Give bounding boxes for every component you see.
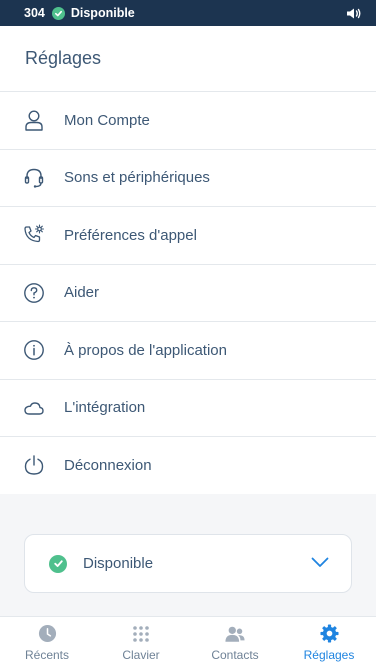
chevron-down-icon xyxy=(311,555,329,573)
gear-icon xyxy=(319,624,339,644)
page-title: Réglages xyxy=(25,48,102,68)
menu-item-call-preferences[interactable]: Préférences d'appel xyxy=(0,207,376,265)
tab-contacts[interactable]: Contacts xyxy=(188,617,282,666)
contacts-icon xyxy=(225,624,245,644)
help-icon xyxy=(23,282,45,304)
available-check-icon xyxy=(51,6,65,20)
menu-item-label: Déconnexion xyxy=(64,456,152,474)
tab-label: Récents xyxy=(24,647,70,662)
menu-item-sounds-devices[interactable]: Sons et périphériques xyxy=(0,150,376,207)
user-icon xyxy=(23,109,45,131)
menu-item-label: Préférences d'appel xyxy=(64,226,197,244)
clock-icon xyxy=(37,624,57,644)
tab-settings[interactable]: Réglages xyxy=(282,617,376,666)
menu-item-label: Sons et périphériques xyxy=(64,169,210,187)
status-text: Disponible xyxy=(70,6,135,20)
menu-item-label: Mon Compte xyxy=(64,111,150,129)
power-icon xyxy=(23,454,45,476)
available-check-icon xyxy=(49,554,67,573)
phone-settings-icon xyxy=(23,224,45,246)
extension-number: 304 xyxy=(24,6,45,20)
tab-recents[interactable]: Récents xyxy=(0,617,94,666)
menu-item-label: Aider xyxy=(64,284,100,302)
status-dropdown-value: Disponible xyxy=(83,555,154,572)
bottom-tab-bar: Récents Clavier Contacts Réglages xyxy=(0,616,376,666)
menu-item-account[interactable]: Mon Compte xyxy=(0,92,376,150)
speaker-icon[interactable] xyxy=(346,6,364,20)
status-bar: 304 Disponible xyxy=(0,0,376,26)
menu-item-about[interactable]: À propos de l'application xyxy=(0,322,376,380)
tab-label: Contacts xyxy=(211,647,259,662)
menu-item-label: À propos de l'application xyxy=(64,341,227,359)
cloud-icon xyxy=(23,397,45,419)
menu-item-logout[interactable]: Déconnexion xyxy=(0,437,376,495)
menu-item-integration[interactable]: L'intégration xyxy=(0,380,376,437)
menu-item-help[interactable]: Aider xyxy=(0,265,376,322)
page-header: Réglages xyxy=(0,26,376,92)
tab-label: Clavier xyxy=(122,647,160,662)
menu-item-label: L'intégration xyxy=(64,399,146,417)
status-dropdown[interactable]: Disponible xyxy=(24,534,352,593)
info-icon xyxy=(23,339,45,361)
tab-label: Réglages xyxy=(303,647,355,662)
headset-icon xyxy=(23,167,45,189)
keypad-icon xyxy=(131,624,151,644)
tab-keypad[interactable]: Clavier xyxy=(94,617,188,666)
settings-menu: Mon Compte Sons et périphériques Préfére… xyxy=(0,92,376,495)
